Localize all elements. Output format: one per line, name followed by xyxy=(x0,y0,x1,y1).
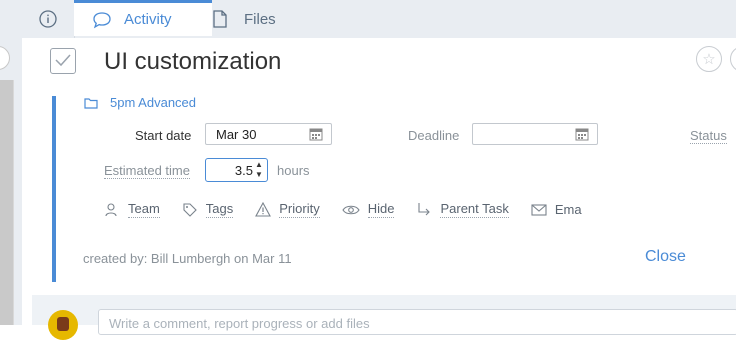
hide-label: Hide xyxy=(367,201,395,218)
tab-files[interactable]: Files xyxy=(212,0,352,38)
task-title[interactable]: UI customization xyxy=(104,48,281,76)
estimated-time-value: 3.5 xyxy=(234,163,253,178)
accent-bar xyxy=(52,96,56,282)
star-button[interactable]: ☆ xyxy=(696,46,722,72)
start-date-value: Mar 30 xyxy=(216,127,257,142)
warning-icon xyxy=(255,201,272,217)
stepper-up-icon[interactable]: ▲ xyxy=(255,160,264,170)
email-label: Ema xyxy=(554,201,582,217)
people-icon xyxy=(105,202,117,216)
file-icon xyxy=(213,10,227,28)
tab-activity[interactable]: Activity xyxy=(74,0,212,36)
avatar xyxy=(48,310,78,340)
check-icon xyxy=(55,54,71,67)
left-circle-button[interactable] xyxy=(0,46,10,70)
task-panel: UI customization ☆ 5pm Advanced Start da… xyxy=(22,38,736,295)
team-button[interactable]: Team xyxy=(104,201,160,218)
estimated-time-label: Estimated time xyxy=(104,163,190,179)
speech-bubble-icon xyxy=(93,11,111,28)
created-by: created by: Bill Lumbergh on Mar 11 xyxy=(83,251,292,266)
tab-files-label: Files xyxy=(244,10,276,28)
team-label: Team xyxy=(128,201,160,218)
comment-input[interactable]: Write a comment, report progress or add … xyxy=(98,309,736,335)
close-button[interactable]: Close xyxy=(645,248,686,266)
deadline-field[interactable] xyxy=(472,123,598,145)
priority-button[interactable]: Priority xyxy=(255,201,320,218)
project-link[interactable]: 5pm Advanced xyxy=(84,95,196,110)
start-date-field[interactable]: Mar 30 xyxy=(205,123,332,145)
arrow-turn-icon xyxy=(418,202,431,215)
deadline-label: Deadline xyxy=(408,128,460,143)
tab-activity-label: Activity xyxy=(124,11,172,28)
left-strip xyxy=(0,0,22,325)
info-icon xyxy=(39,10,57,28)
more-button[interactable] xyxy=(730,46,736,72)
tag-icon xyxy=(183,202,197,217)
number-stepper[interactable]: ▲ ▼ xyxy=(255,160,264,180)
email-button[interactable]: Ema xyxy=(531,202,582,218)
parent-task-label: Parent Task xyxy=(440,201,509,218)
priority-label: Priority xyxy=(279,201,320,218)
tab-info[interactable] xyxy=(22,0,75,38)
complete-checkbox[interactable] xyxy=(50,48,76,74)
envelope-icon xyxy=(531,203,547,216)
calendar-icon xyxy=(309,128,323,141)
calendar-icon xyxy=(575,128,589,141)
tags-label: Tags xyxy=(205,201,234,218)
eye-icon xyxy=(342,205,360,214)
tags-button[interactable]: Tags xyxy=(182,201,234,218)
comment-area: Write a comment, report progress or add … xyxy=(32,295,736,340)
estimated-unit: hours xyxy=(277,163,310,178)
start-date-label: Start date xyxy=(135,128,192,143)
parent-task-button[interactable]: Parent Task xyxy=(416,201,509,218)
left-scrollbar[interactable] xyxy=(0,80,14,325)
estimated-time-input[interactable]: 3.5 ▲ ▼ xyxy=(205,158,268,182)
status-label[interactable]: Status xyxy=(690,128,727,144)
tab-bar: Activity Files xyxy=(22,0,736,39)
star-icon: ☆ xyxy=(702,51,716,68)
stepper-down-icon[interactable]: ▼ xyxy=(255,170,264,180)
hide-button[interactable]: Hide xyxy=(342,201,395,218)
task-actions: Team Tags Priority Hide Parent Task Ema xyxy=(104,201,604,218)
folder-icon xyxy=(84,97,98,109)
project-name: 5pm Advanced xyxy=(110,95,197,110)
